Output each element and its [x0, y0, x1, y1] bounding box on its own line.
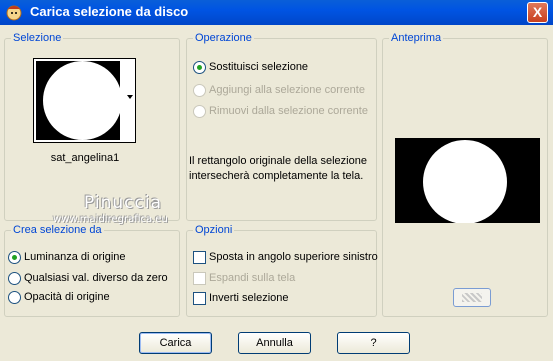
selection-picker[interactable] — [33, 58, 136, 143]
checkbox-move-top-left[interactable] — [193, 251, 206, 264]
close-icon: X — [532, 4, 543, 20]
selection-group-legend: Selezione — [11, 32, 64, 44]
create-from-group-legend: Crea selezione da — [11, 224, 104, 236]
cancel-button[interactable]: Annulla — [238, 332, 311, 354]
preview-image — [395, 138, 540, 223]
radio-source-luminance[interactable] — [8, 251, 21, 264]
preview-group-legend: Anteprima — [389, 32, 444, 44]
preview-toggle-button[interactable] — [453, 288, 491, 307]
radio-nonzero-value[interactable] — [8, 272, 21, 285]
checkbox-invert-selection-label[interactable]: Inverti selezione — [209, 292, 289, 304]
checkbox-invert-selection[interactable] — [193, 292, 206, 305]
help-button[interactable]: ? — [337, 332, 410, 354]
options-group-legend: Opzioni — [193, 224, 235, 236]
selection-thumbnail — [36, 61, 120, 140]
dropdown-arrow-icon[interactable] — [127, 95, 133, 99]
radio-nonzero-value-label[interactable]: Qualsiasi val. diverso da zero — [24, 272, 168, 284]
radio-source-opacity-label[interactable]: Opacità di origine — [24, 291, 110, 303]
checkerboard-icon — [462, 293, 482, 302]
radio-add-selection-label: Aggiungi alla selezione corrente — [209, 84, 365, 96]
operation-group-legend: Operazione — [193, 32, 254, 44]
radio-remove-selection — [193, 105, 206, 118]
window-title: Carica selezione da disco — [30, 4, 189, 19]
app-character-icon — [6, 5, 22, 21]
checkbox-expand-canvas — [193, 272, 206, 285]
radio-source-opacity[interactable] — [8, 291, 21, 304]
selection-name: sat_angelina1 — [50, 152, 120, 164]
radio-source-luminance-label[interactable]: Luminanza di origine — [24, 251, 126, 263]
watermark-name: Pinuccia — [84, 193, 162, 213]
operation-info-text: Il rettangolo originale della selezione … — [189, 155, 367, 182]
checkbox-expand-canvas-label: Espandi sulla tela — [209, 272, 296, 284]
radio-replace-selection[interactable] — [193, 61, 206, 74]
dialog-window: Carica selezione da disco X Selezione sa… — [0, 0, 553, 361]
radio-replace-selection-label[interactable]: Sostituisci selezione — [209, 61, 308, 73]
title-bar[interactable]: Carica selezione da disco X — [0, 0, 553, 25]
radio-remove-selection-label: Rimuovi dalla selezione corrente — [209, 105, 368, 117]
checkbox-move-top-left-label[interactable]: Sposta in angolo superiore sinistro — [209, 251, 378, 263]
radio-add-selection — [193, 84, 206, 97]
load-button[interactable]: Carica — [139, 332, 212, 354]
close-button[interactable]: X — [527, 2, 548, 23]
